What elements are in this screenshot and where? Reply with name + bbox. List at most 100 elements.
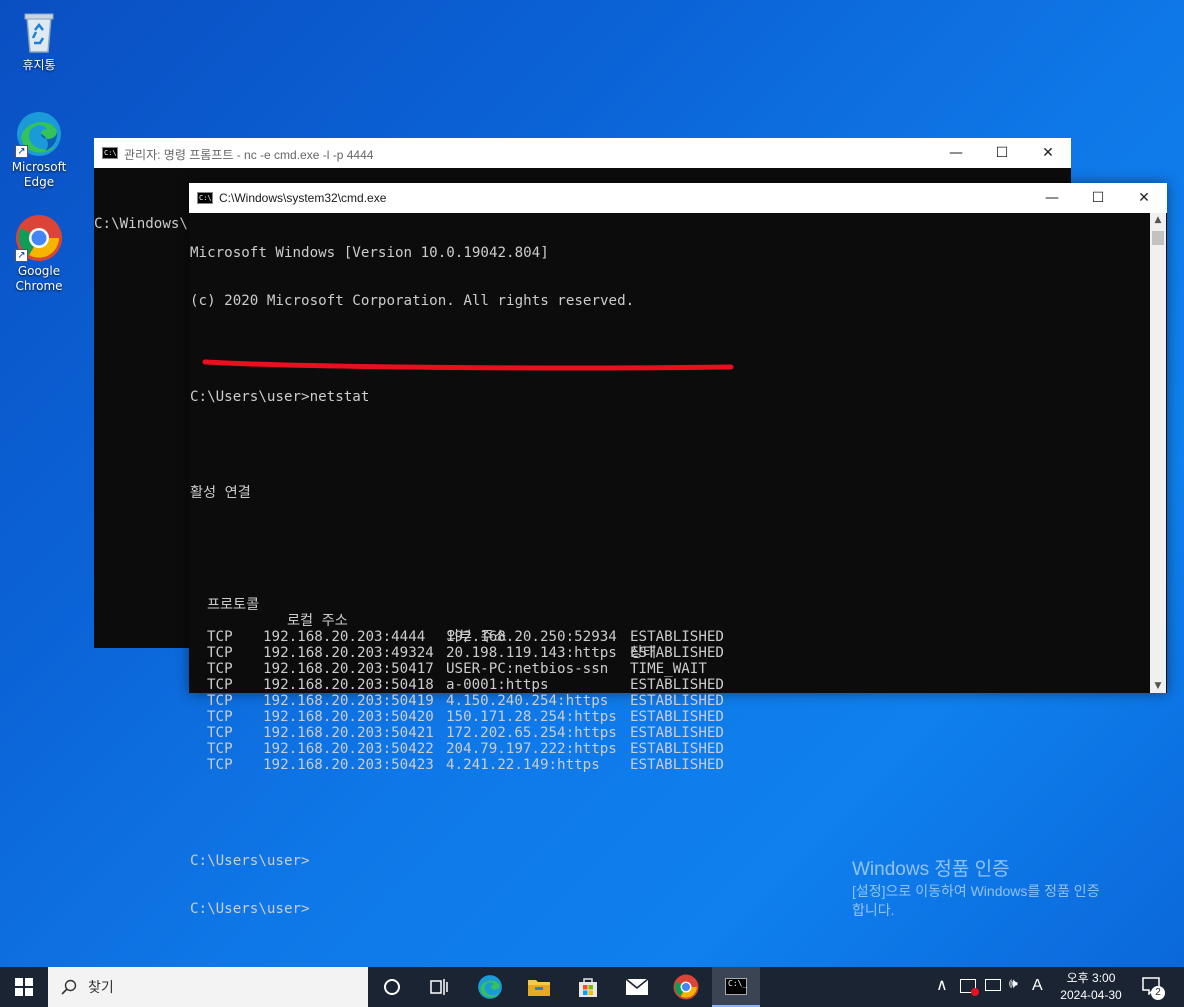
notification-count-badge: 2 (1151, 986, 1165, 1000)
taskbar-cmd-active[interactable]: C:\_ (712, 967, 760, 1007)
chrome-label: Google Chrome (15, 264, 63, 293)
netstat-cell-foreign: 192.168.20.250:52934 (446, 629, 617, 645)
close-button[interactable]: ✕ (1025, 138, 1071, 168)
task-view-button[interactable] (416, 967, 464, 1007)
network-icon[interactable] (985, 979, 1001, 991)
netstat-cell-foreign: 20.198.119.143:https (446, 645, 617, 661)
tray-security-icon[interactable] (960, 979, 979, 996)
activation-watermark: Windows 정품 인증 [설정]으로 이동하여 Windows를 정품 인증… (852, 858, 1100, 920)
netstat-table: TCP 192.168.20.203:4444 192.168.20.250:529… (190, 629, 724, 773)
notification-center-button[interactable]: 2 (1140, 975, 1165, 1000)
netstat-cell-state: ESTABLISHED (630, 677, 724, 693)
task-view-icon (430, 979, 448, 995)
netstat-cell-local: 192.168.20.203:4444 (263, 629, 426, 645)
netstat-cell-local: 192.168.20.203:50421 (263, 725, 434, 741)
console-section-title: 활성 연결 (190, 485, 251, 501)
volume-icon[interactable]: 🕪 (1009, 976, 1018, 992)
shortcut-arrow-icon: ↗ (15, 145, 28, 158)
maximize-button[interactable]: ☐ (1075, 183, 1121, 213)
netstat-cell-proto: TCP (207, 693, 233, 709)
taskbar-search[interactable]: 찾기 (48, 967, 368, 1007)
netstat-cell-local: 192.168.20.203:50419 (263, 693, 434, 709)
netstat-row: TCP 192.168.20.203:50418 a-0001:https ESTAB… (190, 677, 724, 693)
netstat-cell-state: ESTABLISHED (630, 741, 724, 757)
header-local: 로컬 주소 (287, 613, 348, 629)
maximize-button[interactable]: ☐ (979, 138, 1025, 168)
netstat-cell-local: 192.168.20.203:50423 (263, 757, 434, 773)
ime-indicator[interactable]: A (1032, 977, 1043, 995)
netstat-cell-local: 192.168.20.203:50422 (263, 741, 434, 757)
cortana-circle-icon (384, 979, 400, 995)
netstat-cell-proto: TCP (207, 629, 233, 645)
tray-overflow-button[interactable]: ∧ (936, 975, 948, 994)
scroll-thumb[interactable] (1152, 231, 1164, 245)
search-placeholder: 찾기 (88, 980, 114, 996)
netstat-row: TCP 192.168.20.203:50421 172.202.65.254:ht… (190, 725, 724, 741)
console-prompt: C:\Users\user> (190, 853, 310, 869)
clock[interactable]: 오후 3:00 2024-04-30 (1052, 970, 1130, 1004)
netstat-row: TCP 192.168.20.203:49324 20.198.119.143:ht… (190, 645, 724, 661)
netstat-row: TCP 192.168.20.203:50423 4.241.22.149:http… (190, 757, 724, 773)
taskbar-edge[interactable] (466, 967, 514, 1007)
scroll-down-button[interactable]: ▼ (1150, 681, 1166, 691)
front-cmd-window[interactable]: C:\ C:\Windows\system32\cmd.exe — ☐ ✕ Mi… (189, 183, 1167, 917)
clock-time: 오후 3:00 (1066, 971, 1116, 985)
netstat-cell-state: ESTABLISHED (630, 629, 724, 645)
start-button[interactable] (0, 967, 48, 1007)
back-window-titlebar[interactable]: C:\ 관리자: 명령 프롬프트 - nc -e cmd.exe -l -p 4… (94, 138, 1071, 168)
shortcut-arrow-icon: ↗ (15, 249, 28, 262)
search-icon (61, 979, 77, 995)
netstat-header: 프로토콜 로컬 주소 외부 주소 상태 (190, 581, 656, 661)
netstat-cell-state: ESTABLISHED (630, 757, 724, 773)
netstat-cell-proto: TCP (207, 645, 233, 661)
netstat-cell-foreign: 172.202.65.254:https (446, 725, 617, 741)
netstat-row: TCP 192.168.20.203:50419 4.150.240.254:htt… (190, 693, 724, 709)
scroll-up-button[interactable]: ▲ (1150, 215, 1166, 225)
taskbar-file-explorer[interactable] (515, 967, 563, 1007)
edge-label: Microsoft Edge (11, 160, 67, 189)
netstat-row: TCP 192.168.20.203:4444 192.168.20.250:529… (190, 629, 724, 645)
netstat-cell-foreign: a-0001:https (446, 677, 549, 693)
console-banner-copyright: (c) 2020 Microsoft Corporation. All righ… (190, 293, 635, 309)
console-command: C:\Users\user>netstat (190, 389, 370, 405)
console-banner-version: Microsoft Windows [Version 10.0.19042.80… (190, 245, 549, 261)
edge-shortcut[interactable]: ↗ Microsoft Edge (4, 110, 74, 190)
folder-icon (528, 980, 550, 996)
taskbar-chrome[interactable] (662, 967, 710, 1007)
activation-message-2: 합니다. (852, 902, 895, 918)
taskbar-store[interactable] (564, 967, 612, 1007)
chrome-icon: ↗ (15, 214, 63, 262)
netstat-cell-proto: TCP (207, 661, 233, 677)
back-window-title: 관리자: 명령 프롬프트 - nc -e cmd.exe -l -p 4444 (124, 148, 374, 162)
netstat-row: TCP 192.168.20.203:50420 150.171.28.254:ht… (190, 709, 724, 725)
cortana-button[interactable] (368, 967, 416, 1007)
chrome-shortcut[interactable]: ↗ Google Chrome (4, 214, 74, 294)
netstat-cell-proto: TCP (207, 757, 233, 773)
store-icon (579, 978, 597, 997)
recycle-bin-shortcut[interactable]: 휴지통 (4, 8, 74, 73)
front-window-title: C:\Windows\system32\cmd.exe (219, 191, 387, 205)
clock-date: 2024-04-30 (1060, 988, 1122, 1002)
netstat-cell-state: ESTABLISHED (630, 725, 724, 741)
netstat-cell-state: ESTABLISHED (630, 645, 724, 661)
vertical-scrollbar[interactable]: ▲ ▼ (1150, 213, 1166, 693)
activation-message: [설정]으로 이동하여 Windows를 정품 인증 (852, 883, 1100, 899)
netstat-cell-state: ESTABLISHED (630, 709, 724, 725)
minimize-button[interactable]: — (1029, 183, 1075, 213)
netstat-cell-proto: TCP (207, 677, 233, 693)
back-console-output: C:\Windows\s (94, 184, 197, 264)
recycle-bin-label: 휴지통 (22, 58, 56, 72)
mail-icon (625, 978, 649, 995)
front-window-titlebar[interactable]: C:\ C:\Windows\system32\cmd.exe — ☐ ✕ (189, 183, 1167, 213)
close-button[interactable]: ✕ (1121, 183, 1167, 213)
netstat-cell-state: TIME_WAIT (630, 661, 707, 677)
netstat-cell-proto: TCP (207, 741, 233, 757)
netstat-row: TCP 192.168.20.203:50417 USER-PC:netbios-s… (190, 661, 707, 677)
activation-title: Windows 정품 인증 (852, 859, 1010, 880)
netstat-cell-proto: TCP (207, 725, 233, 741)
netstat-cell-local: 192.168.20.203:50418 (263, 677, 434, 693)
netstat-cell-local: 192.168.20.203:50417 (263, 661, 434, 677)
minimize-button[interactable]: — (933, 138, 979, 168)
taskbar-mail[interactable] (613, 967, 661, 1007)
netstat-cell-state: ESTABLISHED (630, 693, 724, 709)
